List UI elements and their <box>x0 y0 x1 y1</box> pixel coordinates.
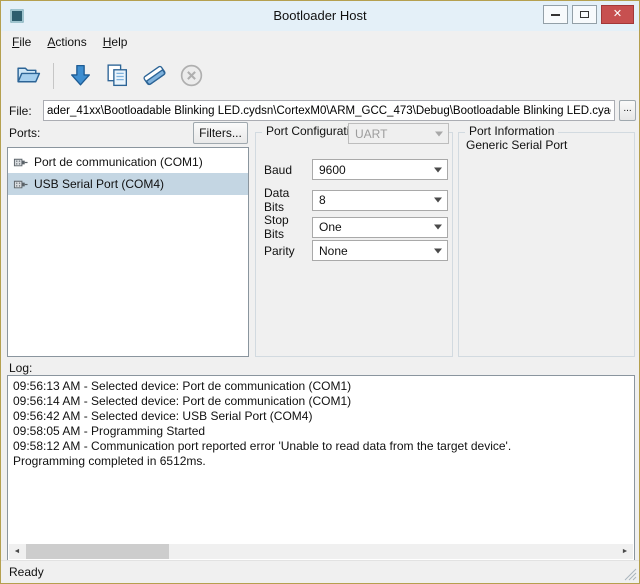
menubar: File Actions Help <box>1 31 639 53</box>
serial-port-icon <box>13 177 28 192</box>
resize-grip[interactable] <box>624 568 637 581</box>
data-bits-select[interactable]: 8 <box>312 190 448 211</box>
close-button[interactable]: ✕ <box>601 5 634 24</box>
log-line: 09:58:12 AM - Communication port reporte… <box>13 439 629 454</box>
filters-button[interactable]: Filters... <box>193 122 248 144</box>
data-bits-label: Data Bits <box>264 186 312 214</box>
port-information-text: Generic Serial Port <box>466 138 567 152</box>
ports-label: Ports: <box>9 126 40 140</box>
minimize-button[interactable] <box>543 5 568 24</box>
file-label: File: <box>9 104 32 118</box>
scrollbar-thumb[interactable] <box>26 544 169 559</box>
stop-icon <box>178 62 205 89</box>
protocol-select: UART <box>348 123 449 144</box>
port-information-title: Port Information <box>465 124 558 138</box>
port-information-group: Port Information Generic Serial Port <box>458 132 635 357</box>
parity-select[interactable]: None <box>312 240 448 261</box>
stop-bits-label: Stop Bits <box>264 213 312 241</box>
port-list-item-selected[interactable]: USB Serial Port (COM4) <box>8 173 248 195</box>
browse-button[interactable]: ... <box>619 100 636 121</box>
erase-button[interactable] <box>137 59 171 93</box>
chevron-down-icon <box>434 225 442 230</box>
close-icon: ✕ <box>613 9 622 20</box>
download-arrow-icon <box>67 62 94 89</box>
maximize-icon <box>580 11 589 18</box>
menu-actions[interactable]: Actions <box>39 32 94 52</box>
toolbar <box>1 53 639 98</box>
log-lines: 09:56:13 AM - Selected device: Port de c… <box>9 377 633 544</box>
status-text: Ready <box>9 565 44 579</box>
abort-button <box>174 59 208 93</box>
parity-row: Parity None <box>264 240 448 261</box>
scroll-right-icon[interactable]: ► <box>617 544 633 559</box>
menu-file[interactable]: File <box>4 32 39 52</box>
chevron-down-icon <box>434 248 442 253</box>
port-name: USB Serial Port (COM4) <box>34 177 164 191</box>
maximize-button[interactable] <box>572 5 597 24</box>
documents-icon <box>104 62 131 89</box>
log-line: 09:56:14 AM - Selected device: Port de c… <box>13 394 629 409</box>
port-list-item[interactable]: Port de communication (COM1) <box>8 151 248 173</box>
open-file-button[interactable] <box>11 59 45 93</box>
log-line: 09:56:42 AM - Selected device: USB Seria… <box>13 409 629 424</box>
log-horizontal-scrollbar[interactable]: ◄ ► <box>9 544 633 559</box>
ports-list: Port de communication (COM1) USB Serial … <box>7 147 249 357</box>
log-line: 09:58:05 AM - Programming Started <box>13 424 629 439</box>
serial-port-icon <box>13 155 28 170</box>
folder-open-icon <box>15 62 42 89</box>
chevron-down-icon <box>434 167 442 172</box>
file-path-input[interactable] <box>43 100 615 121</box>
chevron-down-icon <box>434 198 442 203</box>
minimize-icon <box>551 14 560 16</box>
baud-select[interactable]: 9600 <box>312 159 448 180</box>
toolbar-separator <box>53 63 54 89</box>
titlebar[interactable]: Bootloader Host ✕ <box>1 1 639 31</box>
verify-button[interactable] <box>100 59 134 93</box>
chevron-down-icon <box>435 131 443 136</box>
stop-bits-row: Stop Bits One <box>264 213 448 241</box>
program-button[interactable] <box>63 59 97 93</box>
bootloader-host-window: Bootloader Host ✕ File Actions Help <box>0 0 640 584</box>
log-box[interactable]: 09:56:13 AM - Selected device: Port de c… <box>7 375 635 561</box>
baud-label: Baud <box>264 163 312 177</box>
eraser-icon <box>141 62 168 89</box>
port-name: Port de communication (COM1) <box>34 155 203 169</box>
window-controls: ✕ <box>543 5 634 24</box>
stop-bits-select[interactable]: One <box>312 217 448 238</box>
scroll-left-icon[interactable]: ◄ <box>9 544 25 559</box>
log-line: Programming completed in 6512ms. <box>13 454 629 469</box>
data-bits-row: Data Bits 8 <box>264 186 448 214</box>
menu-help[interactable]: Help <box>95 32 136 52</box>
port-configuration-group: Port Configuration UART Baud 9600 Data B… <box>255 132 453 357</box>
log-label: Log: <box>9 361 32 375</box>
baud-row: Baud 9600 <box>264 159 448 180</box>
log-line: 09:56:13 AM - Selected device: Port de c… <box>13 379 629 394</box>
statusbar: Ready <box>1 560 639 583</box>
parity-label: Parity <box>264 244 312 258</box>
